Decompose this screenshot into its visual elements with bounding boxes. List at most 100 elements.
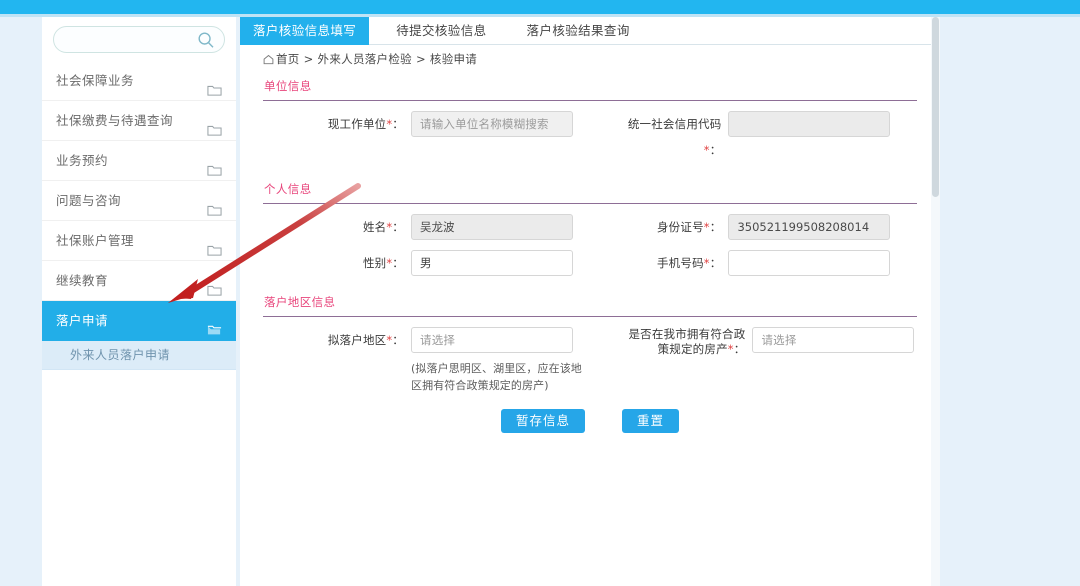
- sidebar-item-social-security[interactable]: 社会保障业务: [42, 61, 236, 101]
- form-row-name: 姓名*： 身份证号*：: [263, 204, 917, 240]
- top-blue-bar: [0, 0, 1080, 14]
- required-mark: *: [386, 117, 393, 131]
- search-icon[interactable]: [197, 31, 215, 49]
- label-text: 姓名: [362, 220, 387, 234]
- label-text: 拟落户地区: [327, 333, 387, 347]
- target-area-placeholder: 请选择: [420, 333, 456, 347]
- breadcrumb-separator: >: [303, 52, 314, 66]
- sidebar-item-account-management[interactable]: 社保账户管理: [42, 221, 236, 261]
- folder-icon: [207, 153, 222, 176]
- control-credit-code: [728, 111, 891, 163]
- section-title-unit: 单位信息: [264, 79, 312, 93]
- content-scrollbar[interactable]: [931, 17, 940, 586]
- label-text: 身份证号: [656, 220, 704, 234]
- tab-pending-submission[interactable]: 待提交核验信息: [383, 17, 499, 45]
- has-property-select[interactable]: 请选择: [752, 327, 915, 353]
- field-has-property: 是否在我市拥有符合政策规定的房产*： 请选择: [620, 327, 917, 357]
- label-credit-code: 统一社会信用代码*：: [627, 117, 722, 157]
- label-name: 姓名*：: [362, 220, 404, 234]
- phone-input[interactable]: [728, 250, 891, 276]
- label-text: 现工作单位: [327, 117, 387, 131]
- sidebar-menu: 社会保障业务 社保缴费与待遇查询 业务预约 问题与咨询 社保账户管理 继续教育 …: [42, 61, 236, 370]
- label-text: 统一社会信用代码: [627, 117, 722, 131]
- reset-button[interactable]: 重置: [622, 409, 680, 433]
- folder-open-icon: [207, 313, 222, 335]
- sidebar: 社会保障业务 社保缴费与待遇查询 业务预约 问题与咨询 社保账户管理 继续教育 …: [42, 17, 236, 586]
- has-property-placeholder: 请选择: [761, 333, 797, 347]
- control-gender: 男: [411, 250, 573, 276]
- label-text: 手机号码: [656, 256, 704, 270]
- control-target-area-wrap: 请选择 (拟落户思明区、湖里区，应在该地区拥有符合政策规定的房产): [411, 327, 583, 394]
- label-target-area: 拟落户地区*：: [327, 333, 404, 347]
- section-title-personal: 个人信息: [264, 182, 312, 196]
- sidebar-item-label: 社保账户管理: [56, 233, 135, 248]
- field-target-area: 拟落户地区*： 请选择 (拟落户思明区、湖里区，应在该地区拥有符合政策规定的房产…: [263, 327, 620, 394]
- search-box[interactable]: [53, 26, 225, 53]
- label-id-number: 身份证号*：: [656, 220, 722, 234]
- target-area-select[interactable]: 请选择: [411, 327, 573, 353]
- field-gender: 性别*： 男: [263, 250, 620, 276]
- section-title-area: 落户地区信息: [264, 295, 336, 309]
- sidebar-search-area: [42, 17, 236, 53]
- required-mark: *: [386, 256, 393, 270]
- target-area-hint: (拟落户思明区、湖里区，应在该地区拥有符合政策规定的房产): [411, 362, 582, 392]
- sidebar-item-settlement-application[interactable]: 落户申请: [42, 301, 236, 341]
- sidebar-item-label: 落户申请: [56, 313, 109, 328]
- breadcrumb-verification-application: 核验申请: [429, 52, 478, 66]
- name-input[interactable]: [411, 214, 573, 240]
- required-mark: *: [703, 256, 710, 270]
- tab-bar: 落户核验信息填写 待提交核验信息 落户核验结果查询: [240, 17, 940, 45]
- breadcrumb-external-settlement-verification[interactable]: 外来人员落户检验: [318, 52, 412, 66]
- folder-icon: [207, 193, 222, 216]
- breadcrumb-home[interactable]: 首页: [276, 52, 300, 66]
- id-number-input[interactable]: [728, 214, 891, 240]
- sidebar-item-continuing-education[interactable]: 继续教育: [42, 261, 236, 301]
- field-name: 姓名*：: [263, 214, 620, 240]
- home-icon: [263, 47, 274, 65]
- gender-select[interactable]: 男: [411, 250, 573, 276]
- label-phone: 手机号码*：: [656, 256, 722, 270]
- sidebar-subitem-external-settlement-application[interactable]: 外来人员落户申请: [42, 341, 236, 370]
- credit-code-input[interactable]: [728, 111, 891, 137]
- required-mark: *: [727, 342, 734, 356]
- form-row-gender: 性别*： 男 手机号码*：: [263, 240, 917, 276]
- field-credit-code: 统一社会信用代码*：: [620, 111, 917, 163]
- section-settlement-area-info: 落户地区信息 拟落户地区*： 请选择 (拟落户思明区、湖里区，应在该地区拥有符合…: [240, 276, 940, 433]
- work-unit-select[interactable]: 请输入单位名称模糊搜索: [411, 111, 573, 137]
- sidebar-item-questions-consulting[interactable]: 问题与咨询: [42, 181, 236, 221]
- sidebar-item-label: 社保缴费与待遇查询: [56, 113, 174, 128]
- breadcrumb: 首页 > 外来人员落户检验 > 核验申请: [240, 45, 940, 73]
- tab-result-query[interactable]: 落户核验结果查询: [514, 17, 643, 45]
- sidebar-item-appointment[interactable]: 业务预约: [42, 141, 236, 181]
- action-buttons: 暂存信息 重置: [263, 394, 917, 433]
- required-mark: *: [386, 333, 393, 347]
- field-work-unit: 现工作单位*： 请输入单位名称模糊搜索: [263, 111, 620, 137]
- label-work-unit: 现工作单位*：: [327, 117, 404, 131]
- field-phone: 手机号码*：: [620, 250, 917, 276]
- control-has-property: 请选择: [752, 327, 915, 353]
- required-mark: *: [703, 143, 710, 157]
- required-mark: *: [386, 220, 393, 234]
- section-personal-info: 个人信息 姓名*： 身份证号*： 性别*： 男: [240, 163, 940, 276]
- sidebar-item-label: 社会保障业务: [56, 73, 135, 88]
- save-draft-button[interactable]: 暂存信息: [500, 409, 585, 433]
- label-has-property: 是否在我市拥有符合政策规定的房产*：: [628, 327, 746, 356]
- section-unit-info: 单位信息 现工作单位*： 请输入单位名称模糊搜索 统一社会信用代码*：: [240, 73, 940, 163]
- breadcrumb-separator: >: [415, 52, 426, 66]
- control-target-area: 请选择: [411, 327, 573, 353]
- tab-settlement-info-entry[interactable]: 落户核验信息填写: [240, 17, 370, 45]
- control-phone: [728, 250, 891, 276]
- sidebar-item-payment-benefit-query[interactable]: 社保缴费与待遇查询: [42, 101, 236, 141]
- content-panel: 落户核验信息填写 待提交核验信息 落户核验结果查询 首页 > 外来人员落户检验 > 核验…: [240, 17, 940, 586]
- control-work-unit: 请输入单位名称模糊搜索: [411, 111, 573, 137]
- gender-value: 男: [420, 256, 432, 270]
- tab-separator: [500, 17, 514, 45]
- sidebar-item-label: 业务预约: [56, 153, 109, 168]
- label-text: 性别: [362, 256, 387, 270]
- folder-icon: [207, 73, 222, 96]
- control-id-number: [728, 214, 891, 240]
- control-name: [411, 214, 573, 240]
- required-mark: *: [703, 220, 710, 234]
- sidebar-subitem-label: 外来人员落户申请: [70, 348, 171, 362]
- scrollbar-thumb[interactable]: [932, 17, 939, 197]
